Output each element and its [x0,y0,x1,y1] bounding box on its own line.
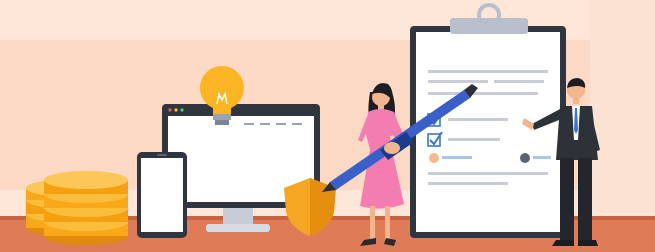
coin-stack-right [44,171,128,245]
scene-svg [0,0,655,252]
clipboard-line [428,172,548,175]
clipboard-line [428,182,508,185]
illustration-scene [0,0,655,252]
background-panel [590,0,655,215]
smartphone [137,152,187,238]
